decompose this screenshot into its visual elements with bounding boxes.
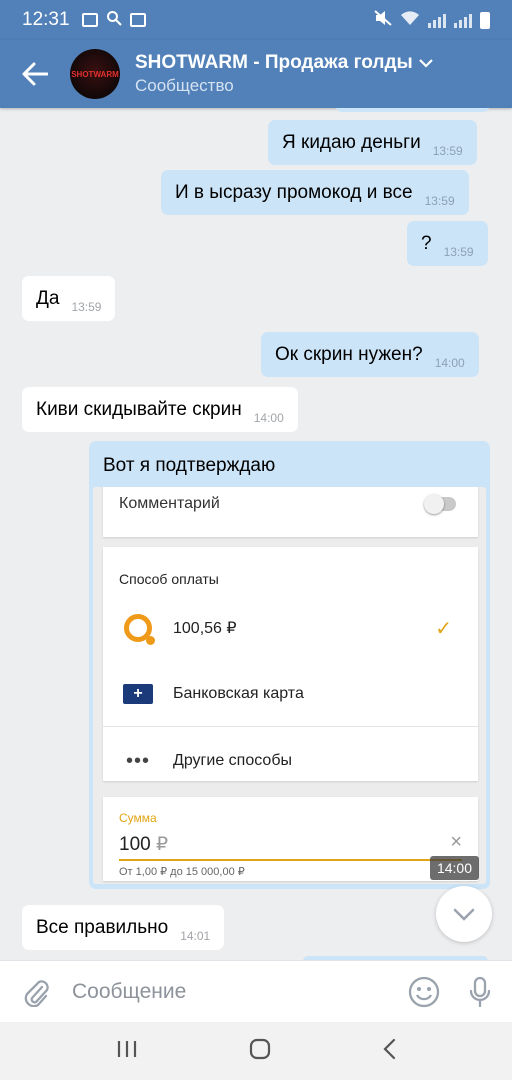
wifi-icon: [400, 10, 420, 30]
amount-currency: ₽: [155, 834, 169, 855]
back-chevron-icon: [383, 1038, 396, 1059]
scroll-to-bottom-button[interactable]: [436, 886, 492, 942]
chat-header: SHOTWARM SHOTWARM - Продажа голды Сообще…: [0, 40, 512, 108]
message-bubble-outgoing[interactable]: И в ысразу промокод и все 13:59: [161, 170, 469, 215]
home-icon: [249, 1038, 271, 1059]
payment-option-other: ••• Другие способы: [103, 728, 478, 794]
system-back-button[interactable]: [382, 1038, 396, 1065]
message-bubble-incoming[interactable]: Киви скидывайте скрин 14:00: [22, 387, 298, 432]
chevron-down-icon: [418, 58, 433, 68]
message-time: 13:59: [424, 194, 455, 208]
voice-message-button[interactable]: [452, 976, 508, 1008]
payment-option-qiwi: 100,56 ₽ ✓: [103, 595, 478, 661]
message-time: 14:01: [180, 929, 211, 943]
message-time: 14:00: [253, 411, 284, 425]
bank-card-icon: +: [123, 684, 153, 704]
message-list[interactable]: Я кидаю деньги 13:59 И в ысразу промокод…: [0, 108, 512, 960]
amount-label: Сумма: [119, 811, 157, 825]
comment-label: Комментарий: [119, 495, 220, 512]
gallery-notification-icon: [81, 13, 98, 27]
header-text[interactable]: SHOTWARM - Продажа голды Сообщество: [135, 52, 433, 96]
amount-card: Сумма 100 ₽ × От 1,00 ₽ до 15 000,00 ₽: [103, 797, 478, 881]
payment-option-label: Другие способы: [173, 752, 292, 769]
payment-method-label: Способ оплаты: [119, 571, 219, 587]
amount-number: 100: [119, 834, 151, 855]
recent-apps-button[interactable]: [116, 1039, 138, 1064]
message-text: ?: [421, 232, 432, 254]
payment-option-label: Банковская карта: [173, 685, 304, 702]
message-time: 13:59: [432, 144, 463, 158]
system-navigation-bar: [0, 1022, 512, 1080]
amount-hint: От 1,00 ₽ до 15 000,00 ₽: [119, 866, 245, 878]
status-bar: 12:31: [0, 0, 512, 40]
payment-option-bank-card: + Банковская карта: [103, 661, 478, 727]
signal-icon-2: [454, 12, 472, 28]
signal-icon: [428, 12, 446, 28]
arrow-left-icon: [22, 62, 48, 86]
message-text: Да: [36, 287, 60, 309]
emoji-button[interactable]: [396, 976, 452, 1008]
battery-icon: [480, 11, 490, 29]
clear-icon: ×: [450, 831, 462, 853]
payment-option-label: 100,56 ₽: [173, 620, 237, 637]
message-bubble-partial: [335, 108, 490, 112]
message-text: Все правильно: [36, 916, 169, 938]
app-notification-icon: [129, 13, 146, 27]
message-bubble-incoming[interactable]: Да 13:59: [22, 276, 116, 321]
qiwi-icon: [124, 614, 155, 645]
message-bubble-outgoing[interactable]: ? 13:59: [407, 221, 488, 266]
back-button[interactable]: [0, 40, 70, 108]
search-notification-icon: [106, 10, 122, 31]
photo-caption: Вот я подтверждаю: [103, 455, 276, 476]
message-input[interactable]: [72, 979, 396, 1004]
message-time: 14:00: [434, 356, 465, 370]
payment-method-card: Способ оплаты 100,56 ₽ ✓ + Банковская ка…: [103, 547, 478, 781]
recent-apps-icon: [117, 1040, 136, 1057]
mute-icon: [374, 10, 392, 30]
divider: [103, 726, 478, 727]
paperclip-icon: [24, 979, 49, 1007]
smile-icon: [408, 976, 440, 1007]
message-bubble-outgoing[interactable]: Я кидаю деньги 13:59: [268, 120, 477, 165]
message-text: Я кидаю деньги: [282, 131, 421, 153]
community-avatar[interactable]: SHOTWARM: [70, 49, 120, 99]
photo-time: 14:00: [429, 856, 479, 880]
community-subtitle: Сообщество: [135, 76, 234, 95]
message-composer: [0, 960, 512, 1022]
message-text: И в ысразу промокод и все: [175, 181, 413, 203]
more-dots-icon: •••: [125, 749, 150, 772]
amount-underline: [119, 859, 462, 861]
comment-toggle: [424, 494, 456, 514]
microphone-icon: [469, 976, 491, 1007]
message-time: 13:59: [443, 245, 474, 259]
status-time: 12:31: [22, 9, 70, 30]
comment-card: Комментарий: [103, 487, 478, 537]
home-button[interactable]: [249, 1038, 271, 1065]
amount-value: 100 ₽: [119, 833, 168, 856]
attached-screenshot[interactable]: Комментарий Способ оплаты 100,56 ₽ ✓ + Б…: [93, 487, 486, 884]
message-text: Киви скидывайте скрин: [36, 398, 242, 420]
attach-button[interactable]: [0, 977, 72, 1007]
message-time: 13:59: [71, 300, 102, 314]
message-bubble-photo[interactable]: Вот я подтверждаю Комментарий Способ опл…: [89, 441, 490, 889]
message-bubble-outgoing[interactable]: Ок скрин нужен? 14:00: [261, 332, 479, 377]
checkmark-icon: ✓: [435, 617, 452, 640]
chevron-down-icon: [453, 908, 475, 921]
message-bubble-incoming[interactable]: Все правильно 14:01: [22, 905, 225, 950]
message-text: Ок скрин нужен?: [275, 343, 423, 365]
community-name: SHOTWARM - Продажа голды: [135, 52, 413, 73]
avatar-logo-text: SHOTWARM: [71, 69, 119, 79]
